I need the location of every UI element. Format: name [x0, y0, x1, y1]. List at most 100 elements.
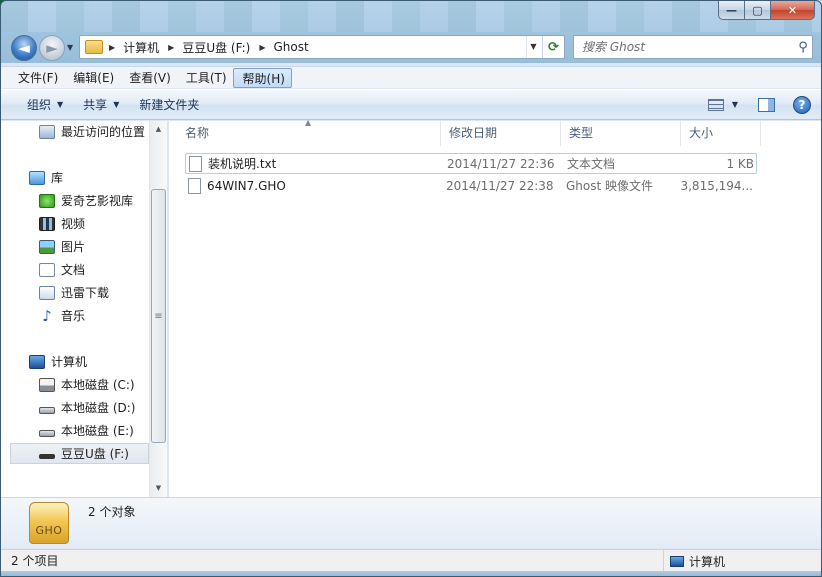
sidebar-item-label: 文档 [61, 263, 86, 277]
new-folder-button[interactable]: 新建文件夹 [129, 94, 209, 116]
recent-places-icon [39, 124, 55, 139]
preview-pane-icon[interactable] [758, 97, 775, 112]
sidebar-item-label: 本地磁盘 (C:) [61, 378, 135, 392]
file-size: 3,815,194... [680, 178, 753, 193]
music-note-icon: ♪ [42, 306, 52, 325]
sort-ascending-icon: ▲ [305, 118, 312, 127]
sidebar-item-label: 爱奇艺影视库 [61, 194, 134, 208]
breadcrumb-separator-icon: ▶ [109, 42, 116, 52]
menu-help[interactable]: 帮助(H) [232, 67, 292, 88]
address-dropdown-icon[interactable]: ▼ [526, 36, 540, 58]
sidebar-item-drive-e[interactable]: 本地磁盘 (E:) [1, 420, 149, 441]
file-list: 名称 ▲ 修改日期 类型 大小 装机说明.txt 2014/11/27 22:3… [169, 118, 821, 497]
sidebar-item-label: 库 [51, 171, 64, 185]
back-arrow-icon: ◄ [18, 39, 30, 57]
navigation-pane: 最近访问的位置 库 爱奇艺影视库 视频 图片 文档 迅雷下载 ♪ 音乐 计算机 … [1, 121, 168, 497]
sidebar-item-label: 图片 [61, 240, 86, 254]
menu-view[interactable]: 查看(V) [120, 68, 177, 88]
menu-file[interactable]: 文件(F) [9, 68, 64, 88]
refresh-icon: ⟳ [548, 39, 559, 55]
organize-label: 组织 [27, 97, 52, 112]
sidebar-item-label: 豆豆U盘 (F:) [61, 447, 129, 461]
sidebar-item-iqiyi[interactable]: 爱奇艺影视库 [1, 190, 149, 211]
hard-drive-icon [39, 429, 55, 437]
breadcrumb-ghost[interactable]: Ghost [270, 40, 311, 54]
toolbar-right: ▼ ? [707, 95, 821, 114]
organize-button[interactable]: 组织 ▼ [17, 94, 73, 116]
breadcrumb-computer[interactable]: 计算机 [120, 39, 162, 56]
iqiyi-icon [39, 193, 55, 208]
sidebar-item-label: 本地磁盘 (D:) [61, 401, 136, 415]
menu-edit[interactable]: 编辑(E) [64, 68, 120, 88]
back-button[interactable]: ◄ [11, 35, 37, 61]
help-icon[interactable]: ? [793, 95, 811, 114]
folder-icon [85, 40, 103, 54]
recent-pages-dropdown[interactable]: ▼ [67, 43, 73, 52]
share-label: 共享 [83, 97, 108, 112]
selection-count: 2 个对象 [88, 505, 136, 519]
file-row[interactable]: 64WIN7.GHO 2014/11/27 22:38 Ghost 映像文件 3… [185, 175, 757, 196]
file-name: 装机说明.txt [208, 157, 277, 171]
command-bar: 组织 ▼ 共享 ▼ 新建文件夹 ▼ ? [1, 89, 821, 120]
file-modified: 2014/11/27 22:38 [446, 178, 554, 193]
library-icon [29, 170, 45, 185]
sidebar-item-label: 迅雷下载 [61, 286, 110, 300]
sidebar-item-music[interactable]: ♪ 音乐 [1, 305, 149, 326]
close-button[interactable]: ✕ [771, 1, 815, 20]
system-drive-icon [39, 377, 55, 392]
status-item-count: 2 个项目 [11, 554, 59, 568]
sidebar-item-computer[interactable]: 计算机 [1, 351, 149, 372]
sidebar-item-label: 视频 [61, 217, 86, 231]
sidebar-item-label: 本地磁盘 (E:) [61, 424, 134, 438]
address-controls: ▼ ⟳ [526, 36, 564, 58]
minimize-button[interactable]: — [718, 1, 745, 20]
scroll-up-icon[interactable]: ▲ [150, 121, 167, 138]
column-type[interactable]: 类型 [561, 121, 681, 146]
column-modified[interactable]: 修改日期 [441, 121, 561, 146]
sidebar-item-xunlei[interactable]: 迅雷下载 [1, 282, 149, 303]
status-bar: 2 个项目 计算机 [1, 549, 821, 572]
chevron-down-icon: ▼ [113, 99, 120, 109]
breadcrumb-usb-drive[interactable]: 豆豆U盘 (F:) [179, 39, 253, 56]
sidebar-item-videos[interactable]: 视频 [1, 213, 149, 234]
sidebar-item-documents[interactable]: 文档 [1, 259, 149, 280]
maximize-button[interactable]: ▢ [745, 1, 771, 20]
address-bar[interactable]: ▶ 计算机 ▶ 豆豆U盘 (F:) ▶ Ghost ▼ ⟳ [79, 35, 565, 59]
scroll-thumb[interactable]: ≡ [151, 189, 166, 443]
share-button[interactable]: 共享 ▼ [73, 94, 129, 116]
sidebar-item-recent[interactable]: 最近访问的位置 [1, 121, 149, 142]
search-icon[interactable]: ⚲ [794, 40, 812, 55]
gho-file-icon: GHO [29, 502, 69, 544]
computer-icon [670, 555, 684, 567]
file-size: 1 KB [726, 156, 754, 171]
menu-tools[interactable]: 工具(T) [177, 68, 233, 88]
file-row[interactable]: 装机说明.txt 2014/11/27 22:36 文本文档 1 KB [185, 153, 757, 174]
chevron-down-icon[interactable]: ▼ [732, 100, 738, 109]
file-name: 64WIN7.GHO [207, 178, 286, 193]
picture-icon [39, 239, 55, 254]
explorer-window: — ▢ ✕ ◄ ► ▼ ▶ 计算机 ▶ 豆豆U盘 (F:) ▶ Ghost ▼ … [0, 0, 822, 577]
navigation-row: ◄ ► ▼ ▶ 计算机 ▶ 豆豆U盘 (F:) ▶ Ghost ▼ ⟳ ⚲ [1, 31, 821, 63]
hard-drive-icon [39, 406, 55, 414]
search-box: ⚲ [573, 35, 813, 59]
search-input[interactable] [582, 37, 794, 57]
sidebar-item-drive-f[interactable]: 豆豆U盘 (F:) [10, 443, 149, 464]
column-size[interactable]: 大小 [681, 121, 761, 146]
sidebar-item-drive-c[interactable]: 本地磁盘 (C:) [1, 374, 149, 395]
window-frame [1, 571, 821, 576]
usb-drive-icon [39, 454, 55, 459]
refresh-button[interactable]: ⟳ [542, 36, 564, 58]
sidebar-item-drive-d[interactable]: 本地磁盘 (D:) [1, 397, 149, 418]
scroll-down-icon[interactable]: ▼ [150, 480, 167, 497]
text-file-icon [189, 155, 202, 172]
sidebar-item-library[interactable]: 库 [1, 167, 149, 188]
forward-button[interactable]: ► [39, 35, 65, 61]
forward-arrow-icon: ► [46, 39, 58, 57]
computer-icon [29, 354, 45, 369]
view-options-icon[interactable] [707, 98, 724, 111]
file-type: 文本文档 [567, 157, 616, 171]
sidebar-scrollbar[interactable]: ▲ ≡ ▼ [149, 121, 167, 497]
document-icon [39, 262, 55, 277]
caption-buttons: — ▢ ✕ [718, 1, 815, 20]
sidebar-item-pictures[interactable]: 图片 [1, 236, 149, 257]
